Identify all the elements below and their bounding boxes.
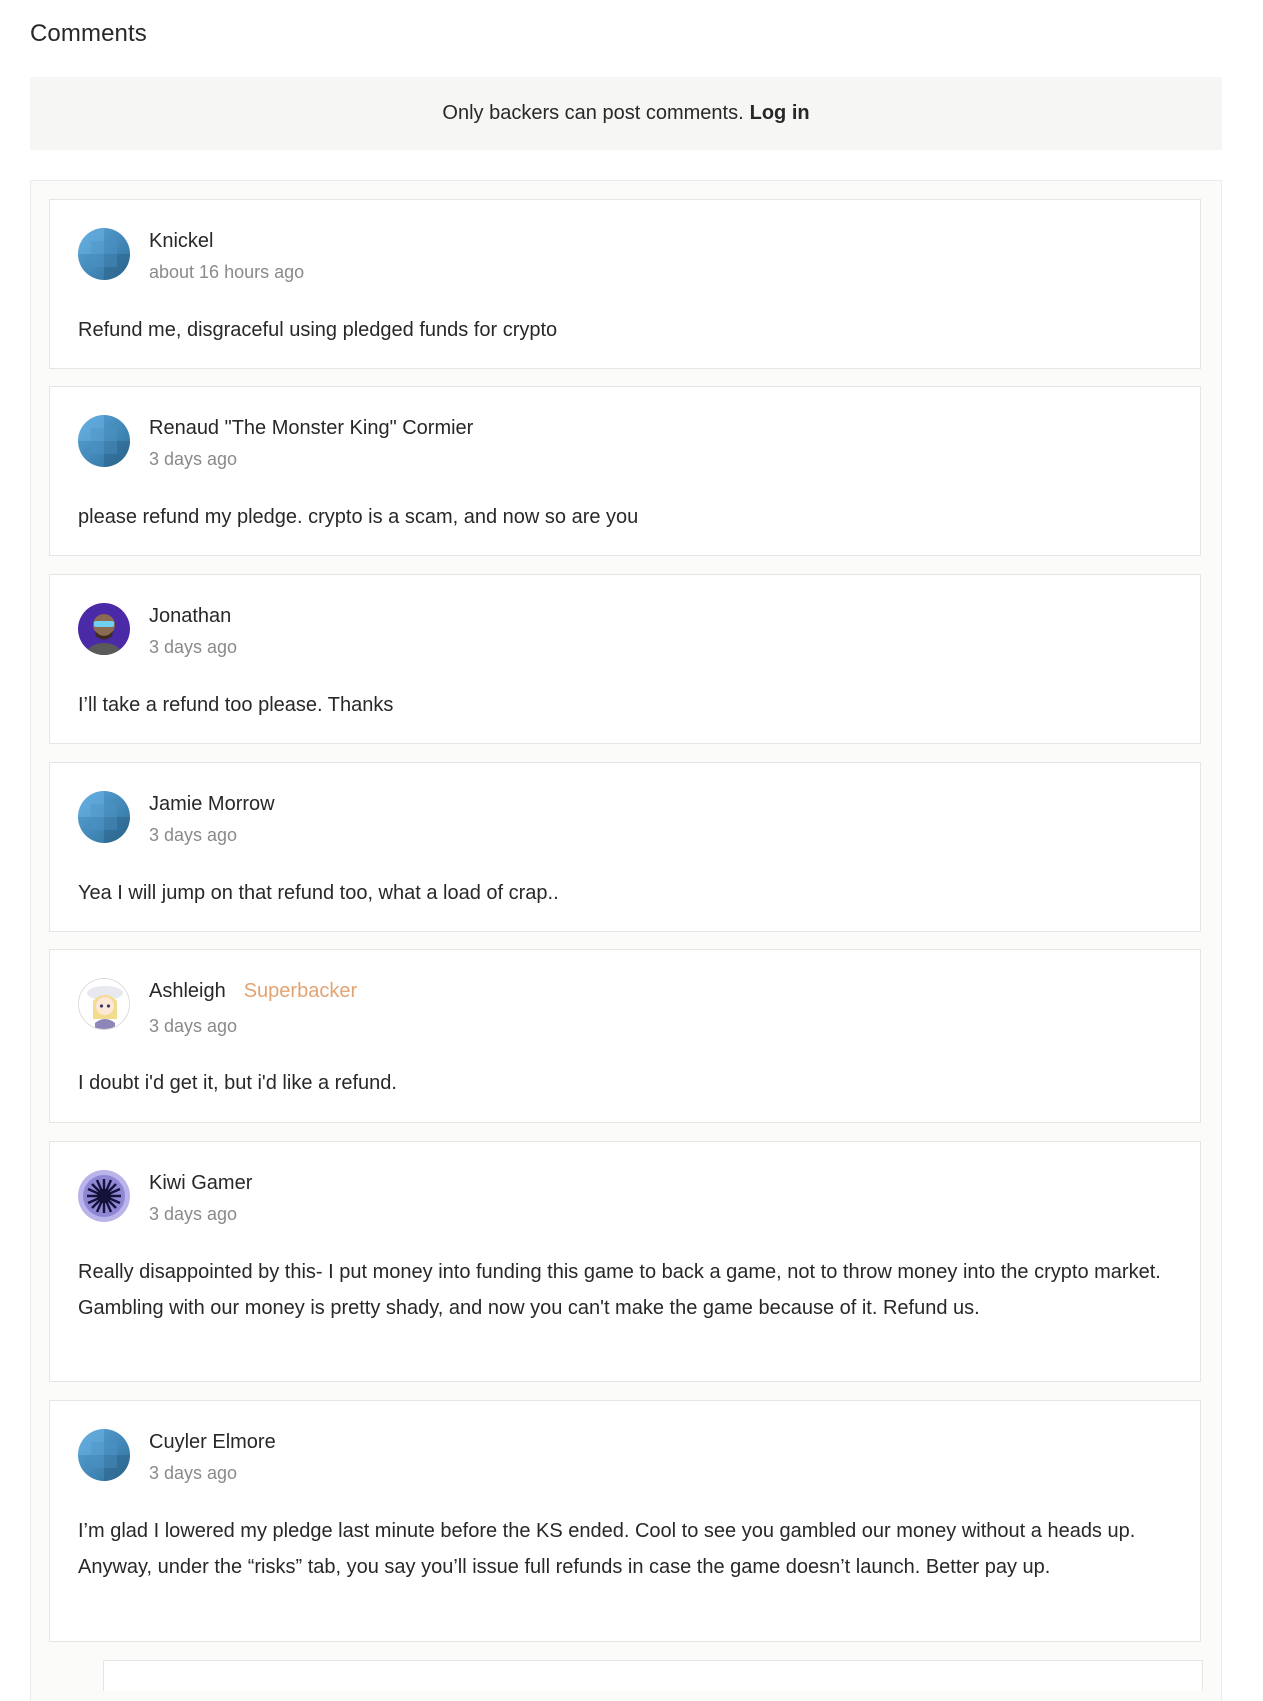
comment-body: I doubt i'd get it, but i'd like a refun…	[78, 1072, 397, 1094]
default-avatar-icon[interactable]	[78, 415, 130, 467]
commenter-name[interactable]: Jonathan	[149, 605, 231, 628]
comment-card: Renaud "The Monster King" Cormier 3 days…	[49, 386, 1201, 556]
login-link[interactable]: Log in	[750, 102, 810, 125]
comment-body: Refund me, disgraceful using pledged fun…	[78, 319, 558, 341]
default-avatar-icon[interactable]	[78, 791, 130, 843]
comment-card: Kiwi Gamer 3 days ago Really disappointe…	[49, 1141, 1201, 1382]
reply-card	[103, 1660, 1203, 1691]
default-avatar-icon[interactable]	[78, 228, 130, 280]
comment-time: about 16 hours ago	[149, 262, 305, 282]
comment-time: 3 days ago	[149, 449, 238, 469]
comment-time: 3 days ago	[149, 1204, 238, 1224]
comment-card: Jamie Morrow 3 days ago Yea I will jump …	[49, 762, 1201, 932]
burst-avatar-icon[interactable]	[78, 1170, 130, 1222]
comment-card: Knickel about 16 hours ago Refund me, di…	[49, 199, 1201, 369]
comment-body: I’ll take a refund too please. Thanks	[78, 694, 394, 716]
commenter-name[interactable]: Cuyler Elmore	[149, 1431, 276, 1454]
backers-notice: Only backers can post comments. Log in	[30, 77, 1222, 150]
comment-body: Yea I will jump on that refund too, what…	[78, 882, 559, 904]
commenter-name[interactable]: Jamie Morrow	[149, 793, 275, 816]
anime-avatar-icon[interactable]	[78, 978, 130, 1030]
comment-time: 3 days ago	[149, 825, 238, 845]
comment-body: I’m glad I lowered my pledge last minute…	[78, 1520, 1136, 1578]
comment-body: Really disappointed by this- I put money…	[78, 1261, 1161, 1319]
default-avatar-icon[interactable]	[78, 1429, 130, 1481]
comment-body: please refund my pledge. crypto is a sca…	[78, 506, 639, 528]
commenter-name[interactable]: Kiwi Gamer	[149, 1172, 252, 1195]
notice-text: Only backers can post comments.	[442, 102, 744, 124]
comment-time: 3 days ago	[149, 637, 238, 657]
comment-card: Cuyler Elmore 3 days ago I’m glad I lowe…	[49, 1400, 1201, 1642]
commenter-name[interactable]: Ashleigh	[149, 980, 226, 1003]
user-photo-avatar-icon[interactable]	[78, 603, 130, 655]
commenter-name[interactable]: Renaud "The Monster King" Cormier	[149, 417, 473, 440]
commenter-name[interactable]: Knickel	[149, 230, 213, 253]
comment-card: Ashleigh Superbacker 3 days ago I doubt …	[49, 949, 1201, 1123]
comment-time: 3 days ago	[149, 1463, 238, 1483]
page-title: Comments	[30, 20, 147, 47]
comment-time: 3 days ago	[149, 1016, 238, 1036]
comment-card: Jonathan 3 days ago I’ll take a refund t…	[49, 574, 1201, 744]
superbacker-badge: Superbacker	[243, 980, 358, 1002]
comments-page: Comments Only backers can post comments.…	[0, 0, 1263, 1701]
